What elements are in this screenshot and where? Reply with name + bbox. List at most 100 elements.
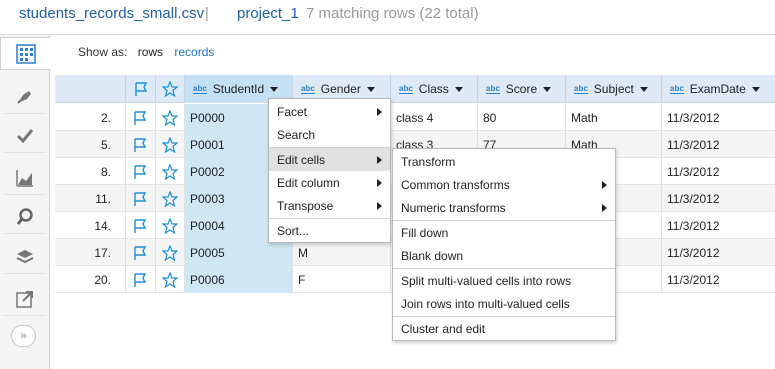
chart-icon — [16, 170, 33, 187]
flag-icon[interactable] — [125, 185, 155, 212]
chevron-right-icon — [377, 156, 382, 164]
menu-item-label: Fill down — [401, 225, 449, 240]
flag-icon[interactable] — [125, 131, 155, 158]
chevron-right-icon — [602, 204, 607, 212]
menu-item-search[interactable]: Search — [269, 123, 390, 146]
menu-item-transform[interactable]: Transform — [393, 150, 615, 173]
cell-examdate[interactable]: 11/3/2012 — [661, 185, 775, 212]
column-divider — [125, 239, 126, 265]
menu-item-edit-column[interactable]: Edit column — [269, 171, 390, 194]
column-context-menu: Facet Search Edit cells Edit column Tran… — [268, 98, 391, 243]
file-name-link[interactable]: students_records_small.csv — [19, 5, 204, 22]
chevron-down-icon[interactable] — [751, 86, 760, 92]
star-icon[interactable] — [155, 185, 184, 212]
edit-tool-button[interactable] — [4, 81, 46, 114]
column-divider — [125, 266, 126, 292]
column-divider — [184, 158, 185, 184]
menu-item-label: Join rows into multi-valued cells — [401, 296, 570, 311]
menu-item-transpose[interactable]: Transpose — [269, 194, 390, 217]
flag-icon[interactable] — [125, 239, 155, 266]
export-tool-button[interactable] — [4, 283, 46, 316]
cell-class[interactable]: class 4 — [390, 104, 477, 131]
cell-examdate[interactable]: 11/3/2012 — [661, 239, 775, 266]
grid-view-button[interactable] — [0, 37, 50, 70]
menu-item-facet[interactable]: Facet — [269, 100, 390, 123]
star-column-header[interactable] — [155, 75, 184, 103]
flag-icon[interactable] — [125, 212, 155, 239]
star-icon[interactable] — [155, 131, 184, 158]
cell-studentid[interactable]: P0005 — [184, 239, 292, 266]
cell-gender[interactable]: F — [292, 266, 390, 293]
breadcrumb-separator: | — [205, 5, 209, 22]
star-icon[interactable] — [155, 158, 184, 185]
menu-item-edit-cells[interactable]: Edit cells — [269, 148, 390, 171]
star-icon[interactable] — [155, 266, 184, 293]
column-divider — [125, 185, 126, 211]
column-header-score[interactable]: abc Score — [477, 75, 565, 103]
menu-item-blank-down[interactable]: Blank down — [393, 244, 615, 267]
column-divider — [661, 239, 662, 265]
search-icon — [16, 208, 33, 225]
column-header-class[interactable]: abc Class — [390, 75, 477, 103]
row-index: 17. — [94, 245, 111, 260]
chart-tool-button[interactable] — [4, 162, 46, 195]
text-type-icon: abc — [301, 84, 315, 94]
flag-icon[interactable] — [125, 158, 155, 185]
star-icon[interactable] — [155, 212, 184, 239]
menu-item-sort[interactable]: Sort... — [269, 219, 390, 242]
cell-studentid[interactable]: P0006 — [184, 266, 292, 293]
cell-examdate[interactable]: 11/3/2012 — [661, 212, 775, 239]
matching-rows-count: 7 matching rows (22 total) — [306, 5, 479, 22]
column-divider — [184, 266, 185, 292]
flag-icon — [134, 82, 147, 96]
menu-item-numeric-transforms[interactable]: Numeric transforms — [393, 196, 615, 219]
menu-item-split-multi-valued[interactable]: Split multi-valued cells into rows — [393, 269, 615, 292]
flag-icon[interactable] — [125, 266, 155, 293]
menu-item-cluster-and-edit[interactable]: Cluster and edit — [393, 317, 615, 340]
column-divider — [661, 185, 662, 211]
chevron-down-icon[interactable] — [543, 86, 552, 92]
records-mode-link[interactable]: records — [174, 45, 214, 59]
layers-tool-button[interactable] — [4, 241, 46, 274]
flag-column-header[interactable] — [125, 75, 155, 103]
column-divider — [661, 212, 662, 238]
text-type-icon: abc — [574, 84, 588, 94]
chevron-right-icon — [377, 179, 382, 187]
chevron-down-icon[interactable] — [366, 86, 375, 92]
menu-item-fill-down[interactable]: Fill down — [393, 221, 615, 244]
cell-examdate[interactable]: 11/3/2012 — [661, 131, 775, 158]
cell-gender[interactable]: M — [292, 239, 390, 266]
chevron-down-icon[interactable] — [270, 86, 279, 92]
check-tool-button[interactable] — [4, 120, 46, 153]
column-header-examdate[interactable]: abc ExamDate — [661, 75, 775, 103]
chevron-down-icon[interactable] — [639, 86, 648, 92]
menu-item-label: Cluster and edit — [401, 321, 486, 336]
column-divider — [184, 131, 185, 157]
cell-examdate[interactable]: 11/3/2012 — [661, 158, 775, 185]
column-label: Subject — [593, 82, 634, 96]
flag-icon[interactable] — [125, 104, 155, 131]
column-header-subject[interactable]: abc Subject — [565, 75, 661, 103]
chevron-down-icon[interactable] — [454, 86, 463, 92]
check-icon — [16, 129, 34, 144]
cell-score[interactable]: 80 — [477, 104, 565, 131]
star-icon[interactable] — [155, 104, 184, 131]
star-icon[interactable] — [155, 239, 184, 266]
show-as-label: Show as: — [78, 45, 128, 59]
cell-examdate[interactable]: 11/3/2012 — [661, 266, 775, 293]
menu-item-label: Common transforms — [401, 177, 510, 192]
cell-examdate[interactable]: 11/3/2012 — [661, 104, 775, 131]
project-name-link[interactable]: project_1 — [237, 5, 299, 22]
grid-header: abc StudentId abc Gender abc Class abc S… — [55, 75, 775, 103]
search-tool-button[interactable] — [4, 201, 46, 234]
row-index: 8. — [100, 164, 111, 179]
show-as-bar: Show as: rows records — [78, 45, 214, 59]
cell-subject[interactable]: Math — [565, 104, 661, 131]
expand-sidebar-button[interactable]: » — [11, 325, 36, 347]
menu-item-common-transforms[interactable]: Common transforms — [393, 173, 615, 196]
menu-item-join-multi-valued[interactable]: Join rows into multi-valued cells — [393, 292, 615, 315]
menu-item-label: Blank down — [401, 248, 464, 263]
grid-icon — [15, 43, 36, 64]
column-label: StudentId — [212, 82, 265, 96]
row-index: 5. — [100, 137, 111, 152]
